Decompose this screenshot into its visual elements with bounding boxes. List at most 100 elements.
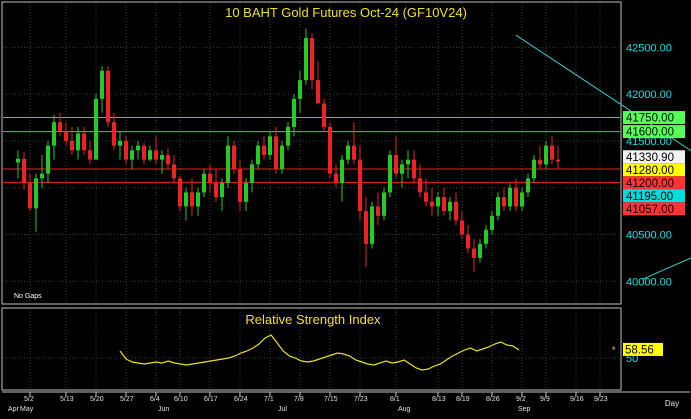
candle-body xyxy=(298,80,302,99)
candle-body xyxy=(226,145,230,184)
chart-title: 10 BAHT Gold Futures Oct-24 (GF10V24) xyxy=(225,5,467,20)
candle-body xyxy=(250,164,254,184)
candle-body xyxy=(556,159,560,162)
candle-body xyxy=(232,145,236,170)
candle-body xyxy=(352,145,356,160)
level-badge-label: 41195.00 xyxy=(626,191,673,203)
candle-body xyxy=(502,197,506,207)
candle-body xyxy=(418,178,422,193)
x-tick-label: 6/4 xyxy=(150,396,160,403)
candle-body xyxy=(196,192,200,207)
level-badge-label: 41057.00 xyxy=(626,204,674,216)
x-tick-label: 5/20 xyxy=(90,396,104,403)
candle-body xyxy=(52,122,56,146)
candle-body xyxy=(346,145,350,160)
candle-body xyxy=(538,159,542,165)
candle-body xyxy=(16,158,20,163)
candle-body xyxy=(238,169,242,202)
candle-body xyxy=(514,187,518,207)
candle-body xyxy=(154,150,158,160)
candle-body xyxy=(22,158,26,184)
x-tick-label: 6/17 xyxy=(204,396,218,403)
candle-body xyxy=(220,183,224,198)
candle-body xyxy=(178,178,182,207)
candle-body xyxy=(70,140,74,151)
candle-body xyxy=(286,126,290,146)
month-label: Jun xyxy=(158,406,169,413)
candle-body xyxy=(442,197,446,212)
x-tick-label: 9/9 xyxy=(540,396,550,403)
candle-body xyxy=(94,98,98,160)
candle-body xyxy=(202,173,206,193)
x-tick-label: 7/23 xyxy=(354,396,368,403)
candle-body xyxy=(304,38,308,81)
candle-body xyxy=(406,159,410,165)
candle-body xyxy=(214,183,218,198)
candle-body xyxy=(376,206,380,216)
candle-body xyxy=(46,145,50,174)
candle-body xyxy=(268,136,272,155)
candle-body xyxy=(166,154,170,165)
month-label: Sep xyxy=(518,406,531,413)
x-tick-label: 8/26 xyxy=(486,396,500,403)
candle-body xyxy=(130,150,134,160)
candle-body xyxy=(136,145,140,151)
x-tick-label: 7/8 xyxy=(294,396,304,403)
month-label: Aug xyxy=(398,406,411,413)
candle-body xyxy=(484,229,488,244)
candle-body xyxy=(280,145,284,170)
candle-body xyxy=(394,154,398,174)
candle-body xyxy=(76,133,80,151)
x-tick-label: 9/2 xyxy=(516,396,526,403)
candle-body xyxy=(400,164,404,174)
candle-body xyxy=(160,154,164,160)
candle-body xyxy=(292,98,296,127)
y-tick-label: 42000.00 xyxy=(626,89,672,101)
candle-body xyxy=(364,211,368,244)
futures-chart: 40000.0040500.0041000.0041500.0042000.00… xyxy=(1,1,691,413)
x-axis: 5/2 5/13 5/20 5/27 6/4 6/10 6/17 6/24 7/1 7/8 7/15… xyxy=(8,392,608,413)
level-badge-label: 41330.90 xyxy=(626,152,674,164)
candle-body xyxy=(58,122,62,132)
month-label: May xyxy=(20,406,34,413)
candle-body xyxy=(382,192,386,216)
candle-body xyxy=(370,206,374,244)
candle-body xyxy=(436,197,440,207)
x-tick-label: 5/13 xyxy=(60,396,74,403)
candle-body xyxy=(496,197,500,216)
level-badge-label: 41600.00 xyxy=(626,127,674,139)
candle-body xyxy=(28,183,32,209)
x-tick-label: 9/23 xyxy=(594,396,608,403)
x-tick-label: 6/24 xyxy=(234,396,248,403)
x-tick-label: 9/16 xyxy=(570,396,584,403)
candle-body xyxy=(124,140,128,160)
candle-body xyxy=(508,187,512,207)
candle-body xyxy=(316,80,320,104)
candle-body xyxy=(64,131,68,141)
candle-body xyxy=(454,201,458,221)
y-tick-label: 42500.00 xyxy=(626,42,672,54)
x-tick-label: 5/2 xyxy=(24,396,34,403)
candle-body xyxy=(460,220,464,235)
candle-body xyxy=(472,248,476,258)
candle-body xyxy=(256,145,260,165)
candle-body xyxy=(448,201,452,212)
candle-body xyxy=(388,154,392,193)
candle-body xyxy=(466,234,470,249)
y-tick-label: 40000.00 xyxy=(626,276,672,288)
x-tick-label: 5/27 xyxy=(120,396,134,403)
candle-body xyxy=(310,38,314,81)
x-tick-label: 7/15 xyxy=(324,396,338,403)
candle-body xyxy=(82,133,86,151)
candle-body xyxy=(88,150,92,160)
candle-body xyxy=(208,173,212,184)
no-gaps-note: No Gaps xyxy=(14,293,42,300)
candle-body xyxy=(328,126,332,174)
candle-body xyxy=(532,159,536,179)
month-label: Apr xyxy=(8,406,20,413)
x-tick-label: 8/19 xyxy=(456,396,470,403)
candle-body xyxy=(424,192,428,202)
chart-container: 40000.0040500.0041000.0041500.0042000.00… xyxy=(0,0,691,414)
x-tick-label: 7/1 xyxy=(264,396,274,403)
candle-body xyxy=(172,164,176,179)
